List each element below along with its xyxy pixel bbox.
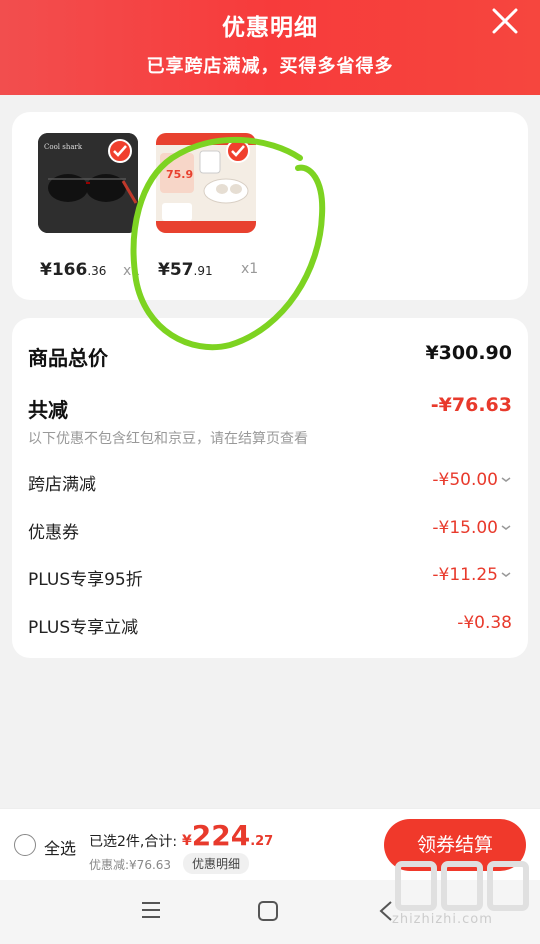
discount-item-value: -¥50.00 bbox=[432, 470, 512, 490]
product-price: ¥57.91 bbox=[158, 260, 213, 280]
page-title: 优惠明细 bbox=[222, 15, 318, 41]
product-image-sunglasses[interactable]: Cool shark bbox=[38, 133, 138, 233]
discount-item-value: -¥11.25 bbox=[432, 565, 512, 585]
page-subtitle: 已享跨店满减，买得多省得多 bbox=[146, 56, 394, 77]
home-icon[interactable] bbox=[257, 900, 279, 922]
product-image-earphones[interactable]: 75.9 bbox=[156, 133, 256, 233]
chevron-down-icon bbox=[501, 525, 511, 530]
total-discount-value: -¥76.63 bbox=[430, 394, 512, 416]
promo-price-label: 75.9 bbox=[166, 168, 193, 181]
total-discount-row: 共减 -¥76.63 bbox=[28, 394, 512, 424]
watermark-text: zhizhizhi.com bbox=[392, 912, 493, 927]
total-price-label: 商品总价 bbox=[28, 346, 108, 370]
selected-check-icon[interactable] bbox=[108, 139, 132, 163]
total-price-row: 商品总价 ¥300.90 bbox=[28, 342, 512, 372]
discount-item-row[interactable]: 跨店满减 -¥50.00 bbox=[28, 470, 512, 498]
select-all-label[interactable]: 全选 bbox=[44, 835, 76, 859]
header: 优惠明细 已享跨店满减，买得多省得多 bbox=[0, 0, 540, 95]
product-price: ¥166.36 bbox=[40, 260, 107, 280]
discount-detail-button[interactable]: 优惠明细 bbox=[183, 853, 250, 874]
discount-item-label: 跨店满减 bbox=[28, 475, 96, 495]
discount-item-label: 优惠券 bbox=[28, 523, 79, 543]
checkout-total: ¥224.27 bbox=[182, 819, 274, 852]
product-qty: x1 bbox=[123, 263, 141, 279]
selected-count: 已选2件,合计: bbox=[89, 834, 178, 850]
total-discount-label: 共减 bbox=[28, 398, 68, 422]
close-icon[interactable] bbox=[490, 6, 520, 36]
menu-icon[interactable] bbox=[140, 900, 162, 920]
saved-amount: 优惠减:¥76.63 bbox=[89, 858, 172, 872]
discount-item-row[interactable]: PLUS专享95折 -¥11.25 bbox=[28, 565, 512, 593]
discount-item-row: PLUS专享立减 -¥0.38 bbox=[28, 613, 512, 641]
watermark-logo bbox=[395, 861, 529, 911]
svg-text:Cool shark: Cool shark bbox=[44, 143, 83, 151]
total-price-value: ¥300.90 bbox=[425, 342, 512, 364]
discount-summary-card: 商品总价 ¥300.90 共减 -¥76.63 以下优惠不包含红包和京豆，请在结… bbox=[12, 318, 528, 658]
discount-item-value: -¥0.38 bbox=[457, 613, 512, 633]
discount-item-value: -¥15.00 bbox=[432, 518, 512, 538]
chevron-down-icon bbox=[501, 477, 511, 482]
select-all-radio[interactable] bbox=[14, 834, 36, 856]
selected-check-icon[interactable] bbox=[226, 139, 250, 163]
product-list-card: Cool shark ¥166.36 x1 75.9 ¥57.91 x1 bbox=[12, 112, 528, 300]
discount-item-label: PLUS专享95折 bbox=[28, 570, 143, 590]
discount-item-label: PLUS专享立减 bbox=[28, 618, 139, 638]
discount-note: 以下优惠不包含红包和京豆，请在结算页查看 bbox=[28, 431, 308, 447]
product-qty: x1 bbox=[241, 261, 259, 277]
discount-item-row[interactable]: 优惠券 -¥15.00 bbox=[28, 518, 512, 546]
chevron-down-icon bbox=[501, 572, 511, 577]
